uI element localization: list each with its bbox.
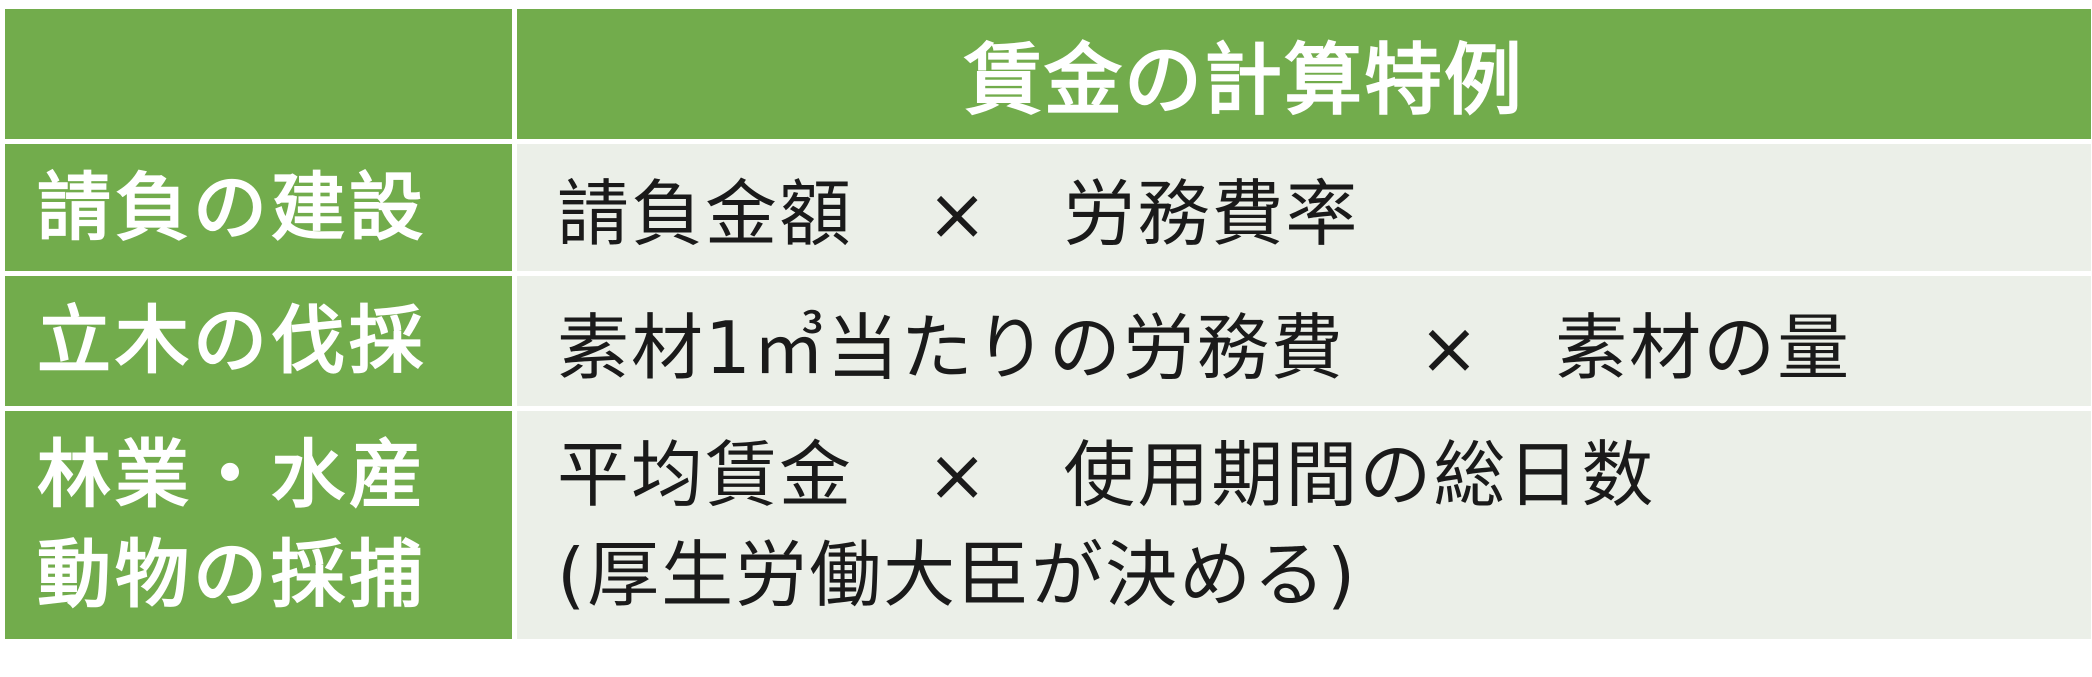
row-value-contract-construction: 請負金額 × 労務費率 xyxy=(517,144,2091,271)
row-label-forestry-fishery: 林業・水産 動物の採捕 xyxy=(5,411,512,639)
row-value-timber-felling: 素材1㎥当たりの労務費 × 素材の量 xyxy=(517,276,2091,406)
header-empty-cell xyxy=(5,9,512,139)
row-label-line-2: 動物の採捕 xyxy=(37,532,427,618)
table-title: 賃金の計算特例 xyxy=(517,9,2091,139)
row-value-line-2: (厚生労働大臣が決める) xyxy=(557,533,1358,617)
row-value-line-1: 平均賃金 × 使用期間の総日数 xyxy=(557,433,1656,517)
row-label-line-1: 林業・水産 xyxy=(37,432,427,518)
wage-calculation-table: 賃金の計算特例 請負の建設 請負金額 × 労務費率 立木の伐採 素材1㎥当たりの… xyxy=(0,9,2091,639)
row-label-contract-construction: 請負の建設 xyxy=(5,144,512,271)
row-label-timber-felling: 立木の伐採 xyxy=(5,276,512,406)
row-value-forestry-fishery: 平均賃金 × 使用期間の総日数 (厚生労働大臣が決める) xyxy=(517,411,2091,639)
